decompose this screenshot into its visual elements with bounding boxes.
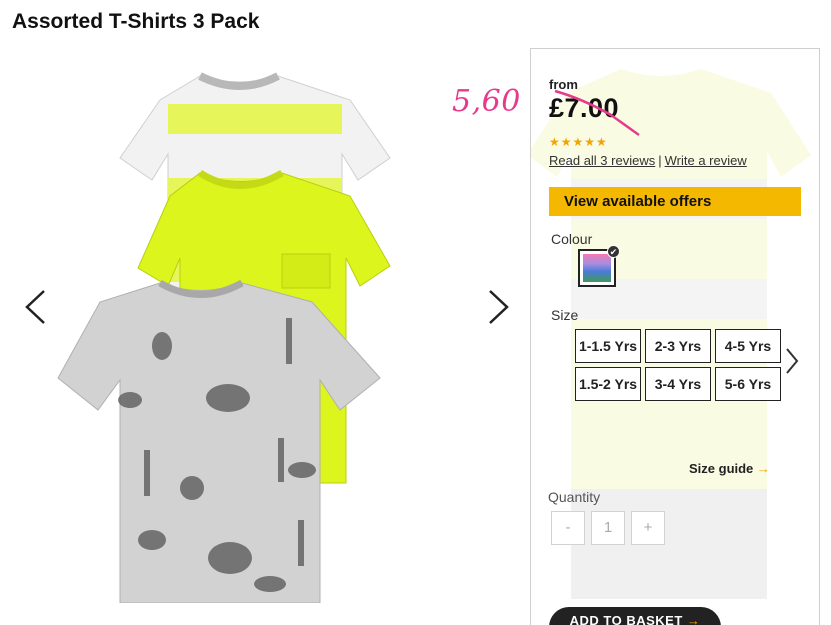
size-guide-label: Size guide <box>689 461 754 476</box>
reviews-separator: | <box>658 153 662 168</box>
size-scroll-right-icon[interactable] <box>785 347 799 375</box>
colour-swatch-multicolour[interactable]: ✔ <box>578 245 620 287</box>
quantity-label: Quantity <box>548 489 601 505</box>
size-option[interactable]: 1-1.5 Yrs <box>575 329 641 363</box>
size-option[interactable]: 5-6 Yrs <box>715 367 781 401</box>
size-guide-link[interactable]: Size guide → <box>689 461 770 476</box>
chevron-left-icon[interactable] <box>22 288 48 326</box>
chevron-right-icon[interactable] <box>486 288 512 326</box>
reviews-row: Read all 3 reviews | Write a review <box>549 153 747 168</box>
size-label: Size <box>551 307 579 323</box>
product-image-tshirts <box>57 72 391 603</box>
swatch-fill <box>583 254 611 282</box>
arrow-right-icon: → <box>756 461 770 476</box>
quantity-minus-button[interactable]: - <box>551 511 585 545</box>
size-option[interactable]: 4-5 Yrs <box>715 329 781 363</box>
size-option[interactable]: 1.5-2 Yrs <box>575 367 641 401</box>
read-reviews-link[interactable]: Read all 3 reviews <box>549 153 655 168</box>
add-to-basket-button[interactable]: ADD TO BASKET → <box>549 607 721 625</box>
handwritten-price-annotation: 5,60 <box>452 84 521 119</box>
view-offers-button[interactable]: View available offers <box>549 187 801 216</box>
page-title: Assorted T-Shirts 3 Pack <box>12 10 260 33</box>
product-image-gallery <box>0 48 530 625</box>
size-option[interactable]: 3-4 Yrs <box>645 367 711 401</box>
quantity-input[interactable]: 1 <box>591 511 625 545</box>
size-option[interactable]: 2-3 Yrs <box>645 329 711 363</box>
arrow-right-icon: → <box>686 613 701 625</box>
write-review-link[interactable]: Write a review <box>665 153 747 168</box>
size-options: 1-1.5 Yrs 2-3 Yrs 4-5 Yrs 1.5-2 Yrs 3-4 … <box>575 329 781 401</box>
quantity-stepper: - 1 + <box>551 511 665 545</box>
quantity-plus-button[interactable]: + <box>631 511 665 545</box>
price-strikethrough-annotation <box>554 89 640 137</box>
add-to-basket-label: ADD TO BASKET <box>569 613 683 625</box>
colour-label: Colour <box>551 231 593 247</box>
checkmark-icon: ✔ <box>607 245 620 258</box>
